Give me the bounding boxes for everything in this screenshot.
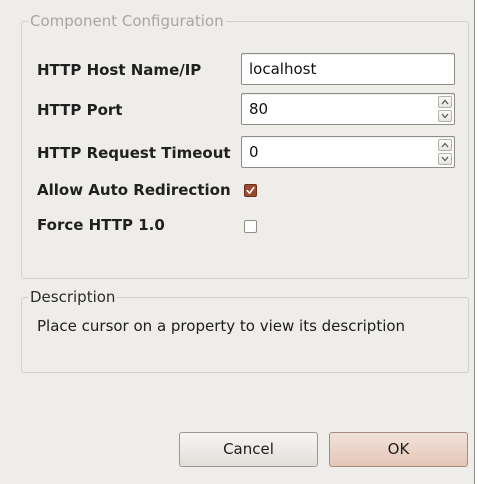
timeout-value: 0 — [249, 143, 259, 161]
cancel-button[interactable]: Cancel — [179, 432, 318, 467]
timeout-increment-button[interactable] — [438, 139, 452, 151]
auto-redirect-label: Allow Auto Redirection — [37, 181, 231, 199]
host-value: localhost — [249, 60, 317, 78]
port-label: HTTP Port — [37, 101, 123, 119]
host-input[interactable]: localhost — [241, 53, 455, 85]
ok-button[interactable]: OK — [329, 432, 468, 467]
auto-redirect-checkbox[interactable] — [244, 184, 257, 197]
timeout-label: HTTP Request Timeout — [37, 144, 231, 162]
port-value: 80 — [249, 100, 269, 118]
timeout-spinner — [438, 139, 452, 165]
component-configuration-legend: Component Configuration — [28, 11, 226, 31]
host-label: HTTP Host Name/IP — [37, 61, 202, 79]
force-http10-label: Force HTTP 1.0 — [37, 216, 165, 234]
checkmark-icon — [246, 186, 255, 194]
chevron-down-icon — [441, 113, 449, 119]
timeout-decrement-button[interactable] — [438, 153, 452, 165]
chevron-up-icon — [441, 99, 449, 105]
port-decrement-button[interactable] — [438, 110, 452, 122]
chevron-down-icon — [441, 156, 449, 162]
timeout-spinner-input[interactable]: 0 — [241, 136, 455, 168]
chevron-up-icon — [441, 142, 449, 148]
port-spinner-input[interactable]: 80 — [241, 93, 455, 125]
port-spinner — [438, 96, 452, 122]
force-http10-checkbox[interactable] — [244, 220, 257, 233]
description-text: Place cursor on a property to view its d… — [37, 317, 406, 335]
port-increment-button[interactable] — [438, 96, 452, 108]
description-legend: Description — [28, 287, 118, 307]
